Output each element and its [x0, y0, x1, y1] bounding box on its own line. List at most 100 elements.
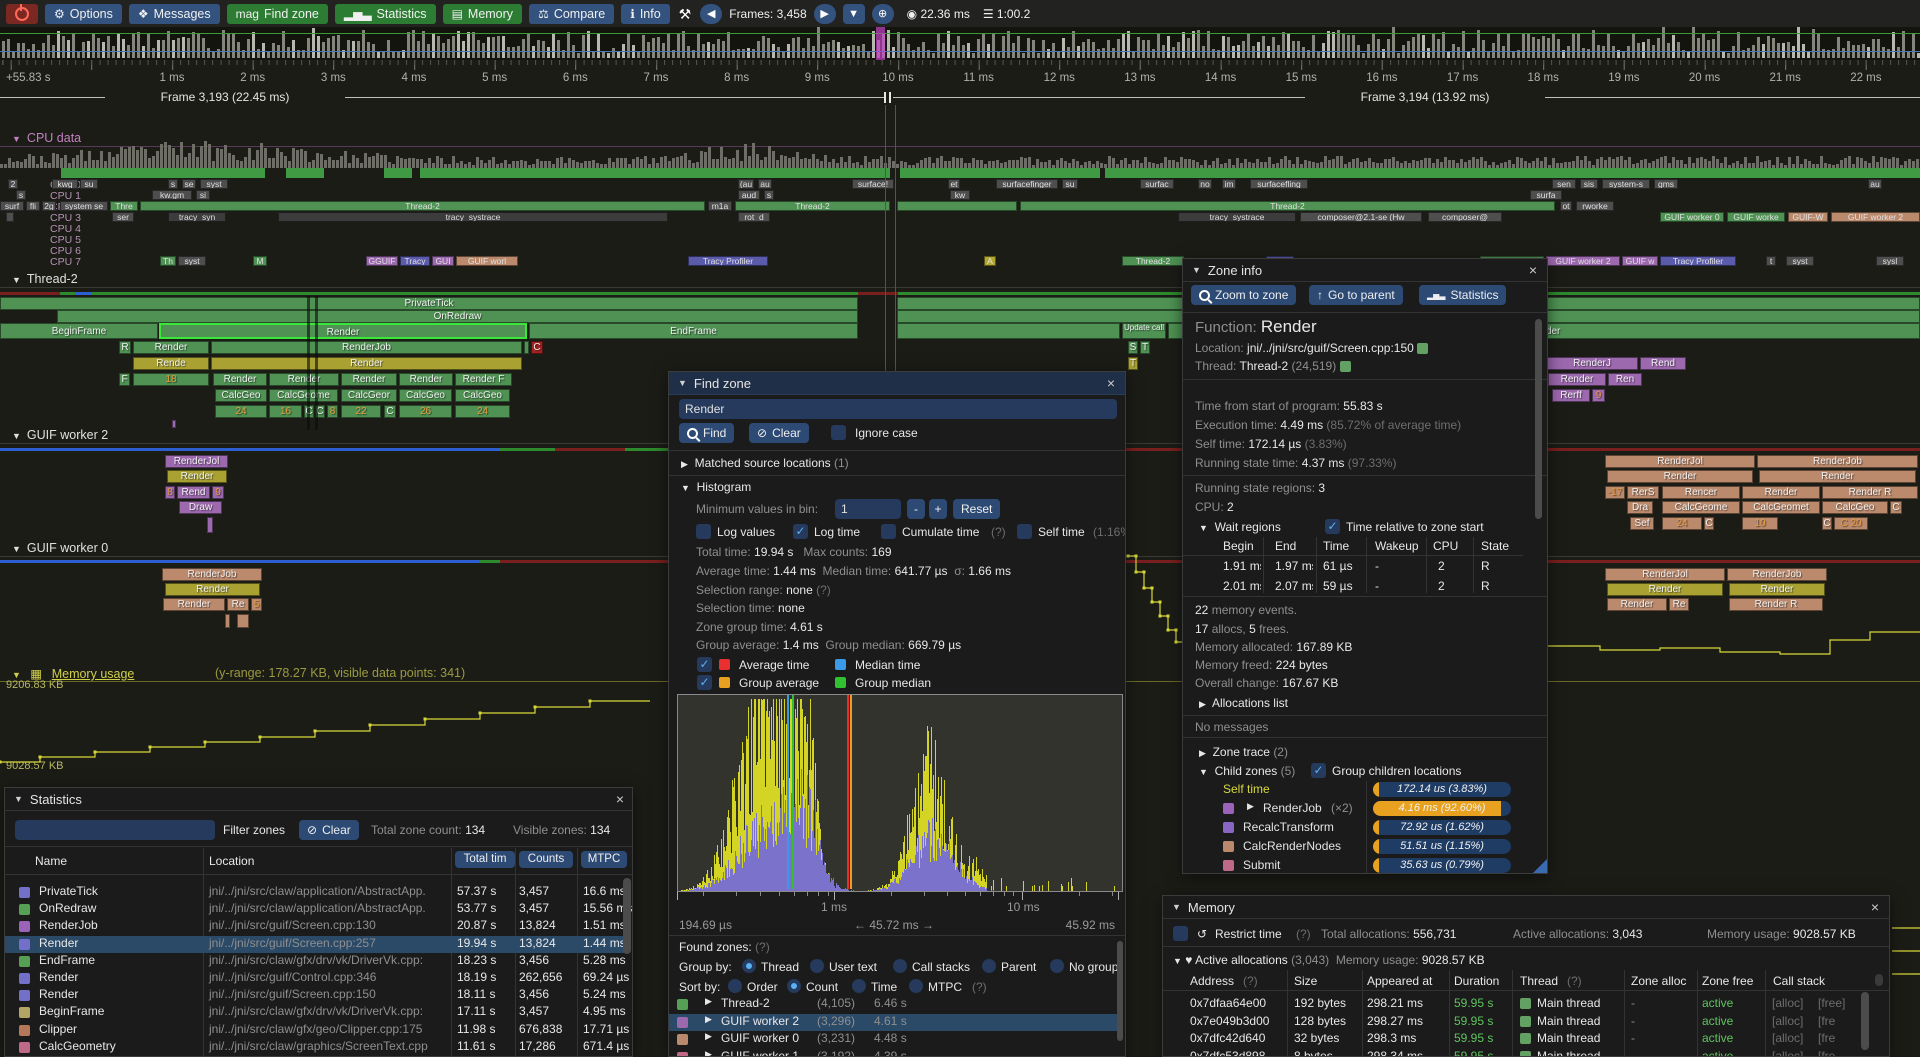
timeline-zone[interactable]: Rende [133, 357, 209, 370]
expand-triangle-icon[interactable]: ▶ [705, 1014, 712, 1025]
time-relative-checkbox[interactable]: ✓ [1325, 519, 1340, 534]
cpu-zone-chip[interactable]: GUI [432, 256, 454, 266]
expand-triangle-icon[interactable]: ▶ [705, 1049, 712, 1057]
allocation-callstack-alloc[interactable]: [alloc] [1772, 1014, 1803, 1028]
cpu-zone-chip[interactable]: sen [1552, 179, 1576, 189]
location-line[interactable]: Location: jni/../jni/src/guif/Screen.cpp… [1195, 341, 1428, 355]
sort-by-option[interactable] [728, 979, 742, 993]
cpu-zone-chip[interactable] [897, 201, 1017, 211]
column-header-zone-free[interactable]: Zone free [1702, 974, 1753, 988]
memory-table-scrollbar[interactable] [1861, 992, 1869, 1050]
find-zone-search-input[interactable]: Render [679, 399, 1117, 419]
cpu-zone-chip[interactable]: Tracy Profiler [688, 256, 768, 266]
close-icon[interactable]: × [1525, 262, 1541, 278]
memory-allocation-row[interactable]: 0x7dfaa64e00 192 bytes 298.21 ms 59.95 s… [1163, 996, 1863, 1013]
cpu-zone-chip[interactable]: fli [26, 201, 40, 211]
collapse-triangle-icon[interactable]: ▼ [1192, 265, 1201, 275]
timeline-zone[interactable]: Rencer [1662, 486, 1740, 499]
duration-histogram[interactable] [677, 694, 1123, 892]
sort-by-option[interactable] [787, 979, 801, 993]
column-header-mtpc[interactable]: MTPC [581, 851, 627, 868]
restrict-time-checkbox[interactable] [1173, 926, 1188, 941]
statistics-row[interactable]: BeginFrame jni/../jni/src/claw/gfx/drv/v… [5, 1004, 627, 1021]
timeline-zone[interactable]: 24 [215, 405, 267, 418]
cpu-zone-chip[interactable]: tracy_systrace [1178, 212, 1296, 222]
average-time-checkbox[interactable]: ✓ [697, 657, 712, 672]
log-time-checkbox[interactable]: ✓ [793, 524, 808, 539]
cpu-zone-chip[interactable]: GUIF worker 2 [1546, 256, 1620, 266]
cpu-zone-chip[interactable]: Thread-2 [735, 201, 890, 211]
collapse-triangle-icon[interactable]: ▼ [12, 134, 21, 144]
timeline-zone[interactable]: Render [1729, 583, 1825, 596]
cpu-zone-chip[interactable]: system se [60, 201, 108, 211]
column-header-counts[interactable]: Counts [519, 851, 573, 868]
column-header-appeared[interactable]: Appeared at [1367, 974, 1432, 988]
cpu-zone-chip[interactable]: s [16, 190, 26, 200]
timeline-zone[interactable]: T [1140, 341, 1150, 354]
zone-trace-header[interactable]: ▶ Zone trace (2) [1199, 745, 1288, 759]
timeline-zone[interactable] [524, 341, 529, 354]
timeline-zone[interactable]: 8 [165, 486, 175, 499]
statistics-row[interactable]: Render jni/../jni/src/guif/Screen.cpp:25… [5, 936, 627, 953]
statistics-row[interactable]: OnRedraw jni/../jni/src/claw/application… [5, 901, 627, 918]
cpu-zone-chip[interactable]: Thre [110, 201, 138, 211]
cpu-zone-chip[interactable]: syst [200, 179, 228, 189]
timeline-zone[interactable]: Render [1607, 470, 1753, 483]
cpu-zone-chip[interactable]: ot [1560, 201, 1572, 211]
collapse-triangle-icon[interactable]: ▼ [12, 275, 21, 285]
child-zone-row[interactable]: Submit35.63 us (0.79%) [1183, 858, 1543, 874]
timeline-zone[interactable]: RenderJol [1605, 568, 1725, 581]
timeline-zone[interactable] [225, 614, 230, 628]
child-zone-row[interactable]: RecalcTransform72.92 us (1.62%) [1183, 820, 1543, 838]
zone-info-scrollbar[interactable] [1535, 319, 1542, 519]
allocation-callstack-alloc[interactable]: [alloc] [1772, 1031, 1803, 1045]
timeline-zone[interactable] [172, 420, 176, 428]
column-header-address[interactable]: Address [1190, 974, 1234, 988]
expand-triangle-icon[interactable]: ▶ [705, 1031, 712, 1042]
timeline-zone[interactable]: CalcGeome [1662, 501, 1740, 514]
found-zone-group-row[interactable]: ▶ GUIF worker 1 (3,192) 4.39 s [669, 1049, 1121, 1057]
allocation-callstack-free[interactable]: [fre [1818, 1031, 1835, 1045]
help-icon[interactable]: (?) [972, 980, 987, 994]
cpu-zone-chip[interactable]: GUIF worker 2 [1831, 212, 1920, 222]
matched-source-locations[interactable]: ▶ Matched source locations (1) [681, 456, 849, 470]
cumulate-time-checkbox[interactable] [881, 524, 896, 539]
timeline-zone[interactable]: Re [1669, 598, 1689, 611]
timeline-zone[interactable]: Render [341, 373, 397, 386]
cpu-zone-chip[interactable]: (au [738, 179, 754, 189]
cpu-zone-chip[interactable]: se [182, 179, 196, 189]
cpu-zone-chip[interactable]: GUIF w [1622, 256, 1658, 266]
found-zone-group-row[interactable]: ▶ GUIF worker 0 (3,231) 4.48 s [669, 1031, 1121, 1048]
timeline-zone[interactable]: 18 [133, 373, 209, 386]
cpu-zone-chip[interactable]: s [764, 190, 774, 200]
timeline-zone[interactable]: C [1890, 501, 1902, 514]
timeline-zone[interactable]: S [1128, 341, 1138, 354]
timeline-zone[interactable]: Update call [1122, 323, 1166, 339]
timeline-zone[interactable]: Render [399, 373, 453, 386]
thread2-section-header[interactable]: ▼Thread-2 [0, 272, 1920, 288]
cpu-zone-chip[interactable]: GUIF worker 0 [1660, 212, 1724, 222]
cpu-zone-chip[interactable]: ser [112, 212, 134, 222]
memory-allocation-row[interactable]: 0x7dfc42d640 32 bytes 298.3 ms 59.95 s M… [1163, 1031, 1863, 1048]
timeline-zone[interactable]: C [531, 341, 543, 354]
cpu-zone-chip[interactable]: GUIF worl [456, 256, 518, 266]
statistics-scrollbar[interactable] [623, 878, 631, 954]
timeline-zone[interactable]: Rerff [1552, 389, 1590, 402]
go-to-parent-button[interactable]: ↑Go to parent [1309, 285, 1403, 305]
cpu-zone-chip[interactable]: sysl [1876, 256, 1904, 266]
timeline-zone[interactable]: C [1704, 517, 1714, 530]
timeline-zone[interactable]: 22 [341, 405, 381, 418]
cpu-zone-chip[interactable]: tracy_systrace [278, 212, 668, 222]
statistics-row[interactable]: Render jni/../jni/src/guif/Screen.cpp:15… [5, 987, 627, 1004]
memory-scrollbar-track[interactable] [1875, 974, 1883, 986]
cpu-zone-chip[interactable]: surfacefling [1250, 179, 1308, 189]
timeline-zone[interactable]: 9 [1592, 389, 1605, 402]
child-zone-row[interactable]: CalcRenderNodes51.51 us (1.15%) [1183, 839, 1543, 857]
statistics-row[interactable]: EndFrame jni/../jni/src/claw/gfx/drv/vk/… [5, 953, 627, 970]
timeline-zone[interactable]: RenderJol [1605, 455, 1755, 468]
cpu-zone-chip[interactable]: Thread-2 [140, 201, 705, 211]
child-zone-row[interactable]: Self time172.14 us (3.83%) [1183, 782, 1543, 800]
timeline-zone[interactable]: R [119, 341, 131, 354]
column-header-thread[interactable]: Thread [1520, 974, 1558, 988]
self-time-checkbox[interactable] [1017, 524, 1032, 539]
